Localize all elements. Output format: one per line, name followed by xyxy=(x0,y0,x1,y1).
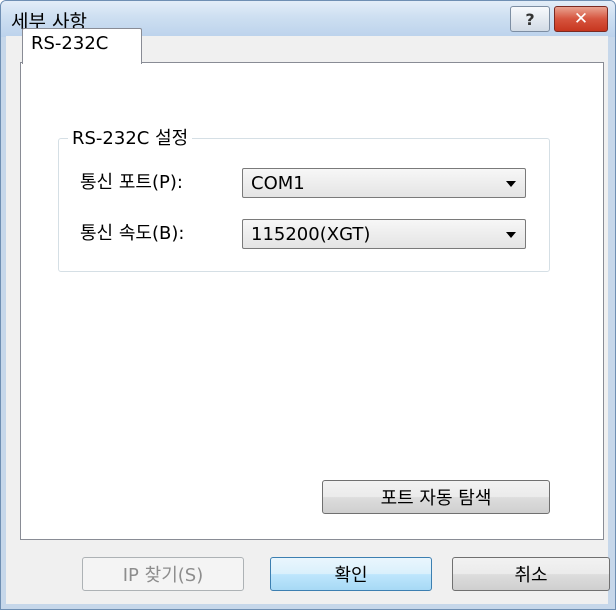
auto-detect-port-button[interactable]: 포트 자동 탐색 xyxy=(322,480,550,514)
find-ip-button: IP 찾기(S) xyxy=(82,557,244,591)
port-value: COM1 xyxy=(251,173,305,194)
speed-label: 통신 속도(B): xyxy=(80,223,185,244)
tab-rs232c[interactable]: RS-232C xyxy=(22,28,142,64)
cancel-label: 취소 xyxy=(514,565,548,586)
speed-combobox[interactable]: 115200(XGT) xyxy=(242,219,526,249)
chevron-down-icon xyxy=(506,232,516,238)
help-icon: ? xyxy=(525,9,535,29)
ok-button[interactable]: 확인 xyxy=(270,557,432,591)
rs232c-settings-group xyxy=(58,138,550,272)
port-combobox[interactable]: COM1 xyxy=(242,168,526,198)
auto-detect-label: 포트 자동 탐색 xyxy=(380,488,492,509)
close-icon: ✕ xyxy=(573,9,589,29)
group-title: RS-232C 설정 xyxy=(68,124,193,150)
ok-label: 확인 xyxy=(334,565,368,586)
tab-label: RS-232C xyxy=(31,33,109,54)
port-label: 통신 포트(P): xyxy=(80,172,183,193)
cancel-button[interactable]: 취소 xyxy=(452,557,610,591)
speed-value: 115200(XGT) xyxy=(251,224,371,245)
find-ip-label: IP 찾기(S) xyxy=(122,565,204,586)
close-button[interactable]: ✕ xyxy=(554,6,608,32)
chevron-down-icon xyxy=(506,181,516,187)
help-button[interactable]: ? xyxy=(510,6,550,32)
